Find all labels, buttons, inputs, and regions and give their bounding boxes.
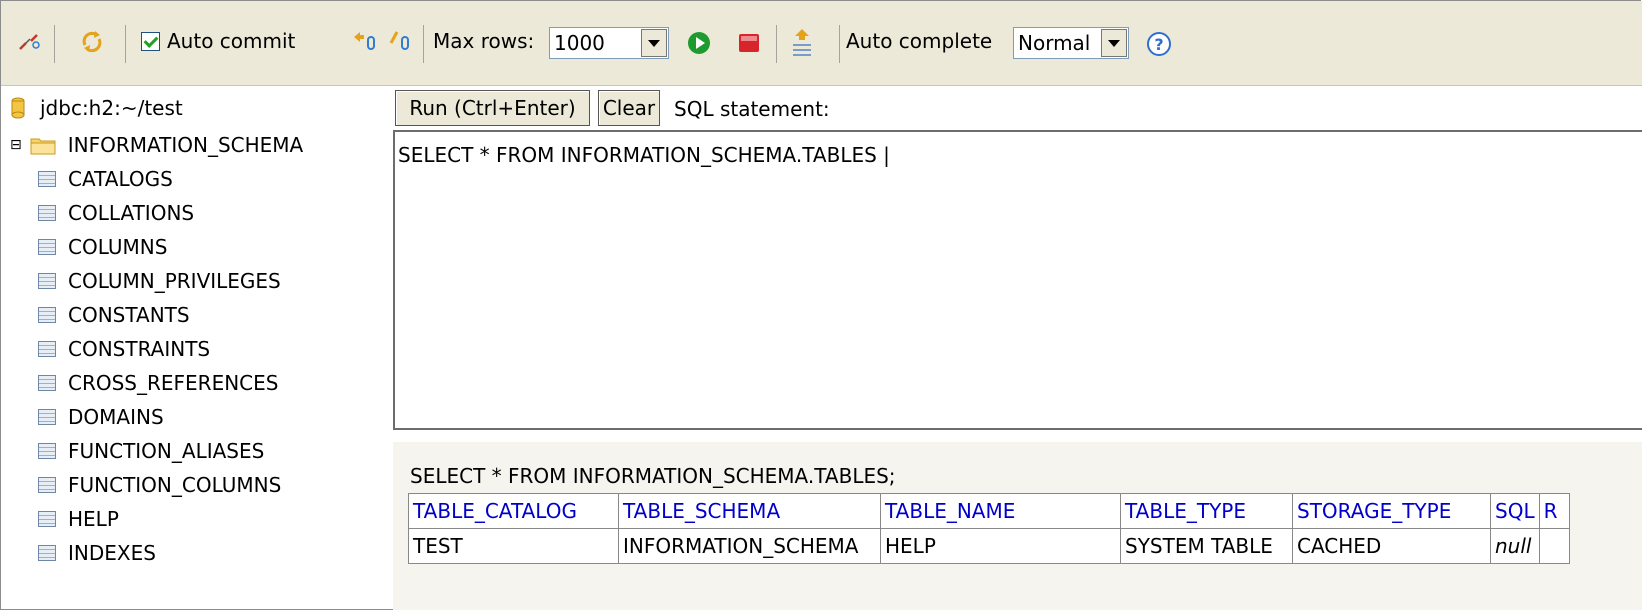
- help-icon[interactable]: ?: [1146, 31, 1172, 57]
- column-header[interactable]: SQL: [1490, 493, 1540, 529]
- tree-table-label: COLUMN_PRIVILEGES: [68, 269, 281, 293]
- tree-table-label: CONSTRAINTS: [68, 337, 211, 361]
- svg-text:?: ?: [1154, 35, 1163, 54]
- table-icon: [38, 545, 56, 561]
- tree-table-item[interactable]: COLLATIONS: [38, 198, 194, 228]
- table-icon: [38, 375, 56, 391]
- auto-commit-checkbox[interactable]: [141, 32, 160, 51]
- column-header[interactable]: STORAGE_TYPE: [1292, 493, 1491, 529]
- tree-table-label: HELP: [68, 507, 119, 531]
- table-cell: HELP: [880, 528, 1121, 564]
- auto-complete-select[interactable]: Normal: [1013, 27, 1129, 59]
- table-icon: [38, 477, 56, 493]
- sql-editor-text[interactable]: SELECT * FROM INFORMATION_SCHEMA.TABLES …: [398, 143, 890, 167]
- run-button[interactable]: Run (Ctrl+Enter): [395, 90, 590, 126]
- tree-table-item[interactable]: COLUMN_PRIVILEGES: [38, 266, 281, 296]
- tree-table-label: CONSTANTS: [68, 303, 190, 327]
- table-cell: [1538, 528, 1570, 564]
- autocommit-on-icon[interactable]: [351, 29, 379, 53]
- table-icon: [38, 205, 56, 221]
- tree-table-item[interactable]: HELP: [38, 504, 119, 534]
- history-icon[interactable]: [790, 27, 814, 59]
- database-icon: [11, 97, 25, 119]
- clear-button[interactable]: Clear: [598, 90, 660, 126]
- auto-complete-value: Normal: [1018, 31, 1091, 55]
- tree-table-item[interactable]: CROSS_REFERENCES: [38, 368, 278, 398]
- schema-label: INFORMATION_SCHEMA: [67, 133, 304, 157]
- table-icon: [38, 443, 56, 459]
- chevron-down-icon[interactable]: [1101, 29, 1127, 57]
- table-icon: [38, 239, 56, 255]
- refresh-icon[interactable]: [79, 27, 105, 55]
- sql-editor[interactable]: SELECT * FROM INFORMATION_SCHEMA.TABLES …: [393, 130, 1642, 430]
- connection-node[interactable]: jdbc:h2:~/test: [10, 93, 183, 123]
- tree-table-label: CROSS_REFERENCES: [68, 371, 279, 395]
- column-header[interactable]: R: [1538, 493, 1570, 529]
- expand-collapse-icon[interactable]: ⊟: [10, 137, 22, 153]
- auto-complete-label: Auto complete: [846, 29, 993, 53]
- schema-tree: jdbc:h2:~/test ⊟ INFORMATION_SCHEMA CATA…: [10, 90, 380, 608]
- max-rows-label: Max rows:: [433, 29, 535, 53]
- table-cell: TEST: [408, 528, 619, 564]
- tree-table-item[interactable]: FUNCTION_ALIASES: [38, 436, 264, 466]
- connection-label: jdbc:h2:~/test: [40, 96, 183, 120]
- tree-table-item[interactable]: DOMAINS: [38, 402, 164, 432]
- separator: [423, 25, 424, 63]
- disconnect-icon[interactable]: [17, 31, 41, 53]
- autocommit-off-icon[interactable]: [387, 29, 415, 53]
- results-header-row: TABLE_CATALOG TABLE_SCHEMA TABLE_NAME TABLE…: [408, 493, 1570, 529]
- separator: [54, 25, 55, 63]
- max-rows-select[interactable]: 1000: [549, 27, 669, 59]
- tree-table-label: COLUMNS: [68, 235, 168, 259]
- column-header[interactable]: TABLE_SCHEMA: [618, 493, 881, 529]
- tree-table-item[interactable]: CONSTRAINTS: [38, 334, 210, 364]
- tree-table-item[interactable]: COLUMNS: [38, 232, 167, 262]
- tree-table-label: INDEXES: [68, 541, 156, 565]
- max-rows-value: 1000: [554, 31, 605, 55]
- table-cell: null: [1490, 528, 1540, 564]
- sql-statement-label: SQL statement:: [674, 97, 830, 121]
- tree-table-item[interactable]: CATALOGS: [38, 164, 173, 194]
- tree-table-label: CATALOGS: [68, 167, 173, 191]
- separator: [839, 25, 840, 63]
- table-cell: SYSTEM TABLE: [1120, 528, 1293, 564]
- table-cell: INFORMATION_SCHEMA: [618, 528, 881, 564]
- table-icon: [38, 341, 56, 357]
- table-icon: [38, 511, 56, 527]
- tree-table-item[interactable]: INDEXES: [38, 538, 156, 568]
- schema-node[interactable]: ⊟ INFORMATION_SCHEMA: [10, 130, 303, 160]
- results-title: SELECT * FROM INFORMATION_SCHEMA.TABLES;: [410, 464, 896, 488]
- results-table: TABLE_CATALOG TABLE_SCHEMA TABLE_NAME TABLE…: [408, 493, 1570, 564]
- table-cell: CACHED: [1292, 528, 1491, 564]
- table-icon: [38, 307, 56, 323]
- column-header[interactable]: TABLE_CATALOG: [408, 493, 619, 529]
- run-icon[interactable]: [687, 31, 711, 55]
- tree-table-label: DOMAINS: [68, 405, 164, 429]
- tree-table-label: FUNCTION_COLUMNS: [68, 473, 282, 497]
- table-icon: [38, 171, 56, 187]
- table-row[interactable]: TEST INFORMATION_SCHEMA HELP SYSTEM TABLE CA…: [408, 528, 1570, 564]
- column-header[interactable]: TABLE_NAME: [880, 493, 1121, 529]
- separator: [776, 25, 777, 63]
- separator: [125, 25, 126, 63]
- tree-table-item[interactable]: CONSTANTS: [38, 300, 190, 330]
- folder-icon: [30, 138, 56, 155]
- table-icon: [38, 273, 56, 289]
- table-icon: [38, 409, 56, 425]
- auto-commit-label: Auto commit: [167, 29, 296, 53]
- chevron-down-icon[interactable]: [641, 29, 667, 57]
- stop-icon[interactable]: [738, 33, 760, 53]
- toolbar: Auto commit Max rows: 1000 Auto complete…: [1, 1, 1642, 86]
- tree-table-label: COLLATIONS: [68, 201, 195, 225]
- tree-table-label: FUNCTION_ALIASES: [68, 439, 265, 463]
- tree-table-item[interactable]: FUNCTION_COLUMNS: [38, 470, 281, 500]
- column-header[interactable]: TABLE_TYPE: [1120, 493, 1293, 529]
